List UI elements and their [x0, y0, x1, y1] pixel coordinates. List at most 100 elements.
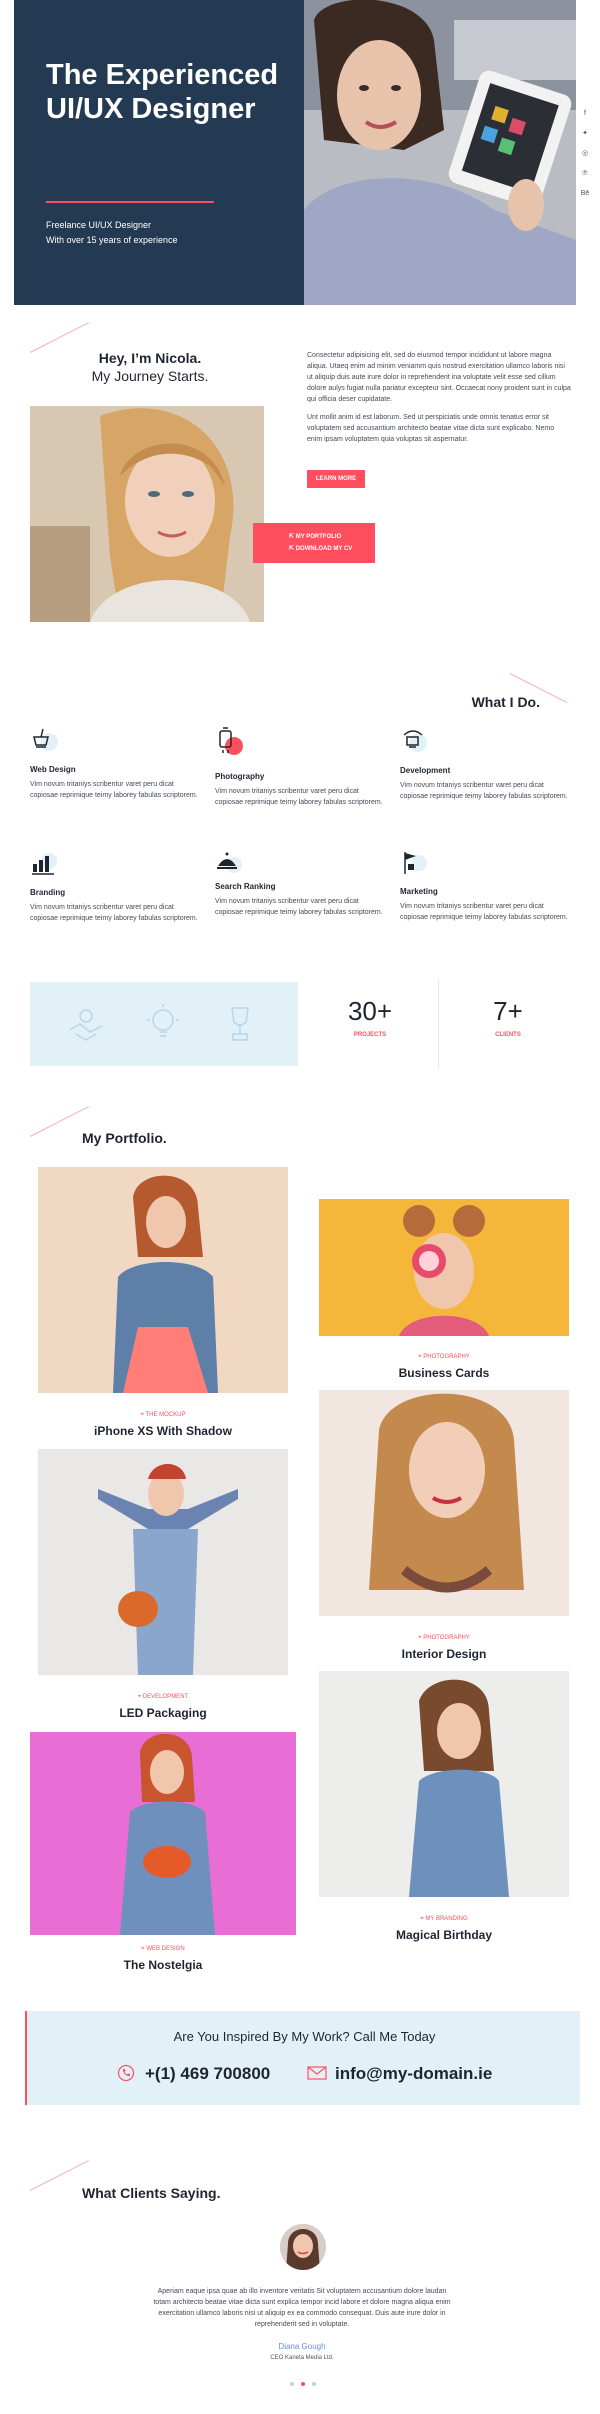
hero-photo: [304, 0, 576, 305]
pagination-dot[interactable]: [290, 2382, 294, 2386]
portfolio-category-label: PHOTOGRAPHY: [423, 1354, 470, 1360]
portfolio-item-title[interactable]: Interior Design: [319, 1647, 569, 1661]
portfolio-item-title[interactable]: Business Cards: [319, 1366, 569, 1380]
contact-email[interactable]: info@my-domain.ie: [335, 2064, 492, 2084]
learn-more-button[interactable]: LEARN MORE: [307, 470, 365, 488]
service-title: Development: [400, 766, 451, 775]
portfolio-image: [319, 1199, 569, 1336]
behance-icon[interactable]: Bē: [578, 184, 592, 204]
services-title: What I Do.: [471, 694, 540, 710]
service-description: Vim novum tritaniys scribentur varet per…: [30, 781, 198, 799]
stats-divider: [438, 980, 439, 1068]
decorative-line: [29, 2160, 90, 2191]
development-icon: [403, 730, 427, 752]
portfolio-category-label: THE MOCKUP: [145, 1412, 186, 1418]
portrait-image: [30, 406, 264, 622]
service-description: Vim novum tritaniys scribentur varet per…: [215, 788, 383, 806]
service-title: Web Design: [30, 765, 76, 774]
portfolio-item-nostelgia[interactable]: [30, 1732, 296, 1935]
branding-icon: [32, 853, 57, 875]
pinterest-icon[interactable]: ℗: [578, 164, 592, 184]
portfolio-item-title[interactable]: The Nostelgia: [30, 1958, 296, 1972]
service-title: Search Ranking: [215, 882, 276, 891]
service-title: Branding: [30, 888, 66, 897]
testimonial-pagination: [288, 2382, 318, 2388]
service-title: Photography: [215, 772, 265, 781]
download-cv-link[interactable]: ⇱ DOWNLOAD MY CV: [289, 545, 352, 552]
hero-subtitle: Freelance UI/UX Designer With over 15 ye…: [46, 218, 286, 248]
portfolio-image: [30, 1732, 296, 1935]
stats-icon-strip: [30, 982, 298, 1066]
contact-banner: Are You Inspired By My Work? Call Me Tod…: [25, 2011, 580, 2105]
portfolio-category-label: WEB DESIGN: [146, 1946, 185, 1952]
facebook-icon[interactable]: f: [578, 104, 592, 124]
service-description: Vim novum tritaniys scribentur varet per…: [30, 904, 198, 922]
avatar: [280, 2224, 326, 2270]
portfolio-item-interior-design[interactable]: [319, 1390, 569, 1616]
clients-count: 7+: [493, 996, 523, 1026]
service-description: Vim novum tritaniys scribentur varet per…: [400, 903, 568, 921]
service-description: Vim novum tritaniys scribentur varet per…: [400, 782, 568, 800]
portfolio-item-magical-birthday[interactable]: [319, 1671, 569, 1897]
pagination-dot-active[interactable]: [301, 2382, 305, 2386]
portfolio-item-led-packaging[interactable]: [38, 1449, 288, 1675]
projects-count: 30+: [347, 996, 393, 1026]
envelope-icon: [307, 2066, 327, 2080]
portfolio-item-title[interactable]: LED Packaging: [38, 1706, 288, 1720]
hero-subtitle-line-2: With over 15 years of experience: [46, 235, 178, 245]
trophy-icon: [231, 1007, 249, 1041]
testimonials-title: What Clients Saying.: [82, 2185, 221, 2201]
marketing-icon: [404, 852, 427, 874]
my-portfolio-label: MY PORTFOLIO: [295, 534, 342, 540]
service-title: Marketing: [400, 887, 438, 896]
about-text: Consectetur adipisicing elit, sed do eiu…: [307, 350, 571, 452]
my-portfolio-link[interactable]: ⇱ MY PORTFOLIO: [289, 533, 341, 540]
portfolio-category: ⌖ MY BRANDING: [319, 1916, 569, 1923]
photography-icon: [219, 727, 243, 755]
about-heading: Hey, I’m Nicola. My Journey Starts.: [30, 349, 270, 385]
portfolio-image: [38, 1449, 288, 1675]
woman-with-tablet-image: [304, 0, 576, 305]
handshake-icon: [69, 1009, 103, 1041]
instagram-icon[interactable]: ◎: [578, 144, 592, 164]
lightbulb-icon: [147, 1004, 179, 1037]
portfolio-category: ⌖ THE MOCKUP: [38, 1412, 288, 1419]
testimonial-quote: Aperiam eaque ipsa quae ab illo inventor…: [153, 2288, 451, 2328]
portfolio-category: ⌖ PHOTOGRAPHY: [319, 1354, 569, 1361]
portfolio-image: [38, 1167, 288, 1393]
about-heading-line-1: Hey, I’m Nicola.: [98, 350, 202, 366]
social-sidebar: f ✦ ◎ ℗ Bē: [578, 104, 592, 204]
portfolio-item-title[interactable]: iPhone XS With Shadow: [38, 1424, 288, 1438]
portfolio-category-label: DEVELOPMENT: [142, 1694, 189, 1700]
phone-icon: [117, 2064, 135, 2082]
about-paragraph-1: Consectetur adipisicing elit, sed do eiu…: [307, 352, 571, 403]
external-link-icon: ⇱: [289, 546, 296, 552]
portfolio-image: [319, 1671, 569, 1897]
client-company: CEO Kaneta Media Ltd.: [270, 2355, 334, 2361]
contact-phone[interactable]: +(1) 469 700800: [145, 2064, 270, 2084]
pagination-dot[interactable]: [312, 2382, 316, 2386]
contact-title: Are You Inspired By My Work? Call Me Tod…: [173, 2029, 436, 2044]
portfolio-category: ⌖ DEVELOPMENT: [38, 1694, 288, 1701]
web-design-icon: [33, 728, 58, 751]
portfolio-category: ⌖ PHOTOGRAPHY: [319, 1635, 569, 1642]
hero-panel: The Experienced UI/UX Designer Freelance…: [14, 0, 304, 305]
portfolio-title: My Portfolio.: [82, 1130, 167, 1146]
twitter-icon[interactable]: ✦: [578, 124, 592, 144]
decorative-line: [29, 1106, 90, 1137]
learn-more-label: LEARN MORE: [315, 476, 357, 482]
external-link-icon: ⇱: [289, 534, 296, 540]
portfolio-category-label: PHOTOGRAPHY: [423, 1635, 470, 1641]
portfolio-item-title[interactable]: Magical Birthday: [319, 1928, 569, 1942]
clients-label: CLIENTS: [495, 1032, 521, 1038]
download-cv-label: DOWNLOAD MY CV: [295, 546, 353, 552]
about-paragraph-2: Unt mollit anim id est laborum. Sed ut p…: [307, 414, 555, 443]
search-ranking-icon: [217, 852, 242, 873]
portfolio-item-business-cards[interactable]: [319, 1199, 569, 1336]
portfolio-category: ⌖ WEB DESIGN: [30, 1946, 296, 1953]
hero-section: The Experienced UI/UX Designer Freelance…: [14, 0, 576, 305]
portfolio-item-iphone[interactable]: [38, 1167, 288, 1393]
hero-accent-line: [46, 201, 214, 203]
portfolio-image: [319, 1390, 569, 1616]
about-heading-line-2: My Journey Starts.: [91, 368, 209, 384]
